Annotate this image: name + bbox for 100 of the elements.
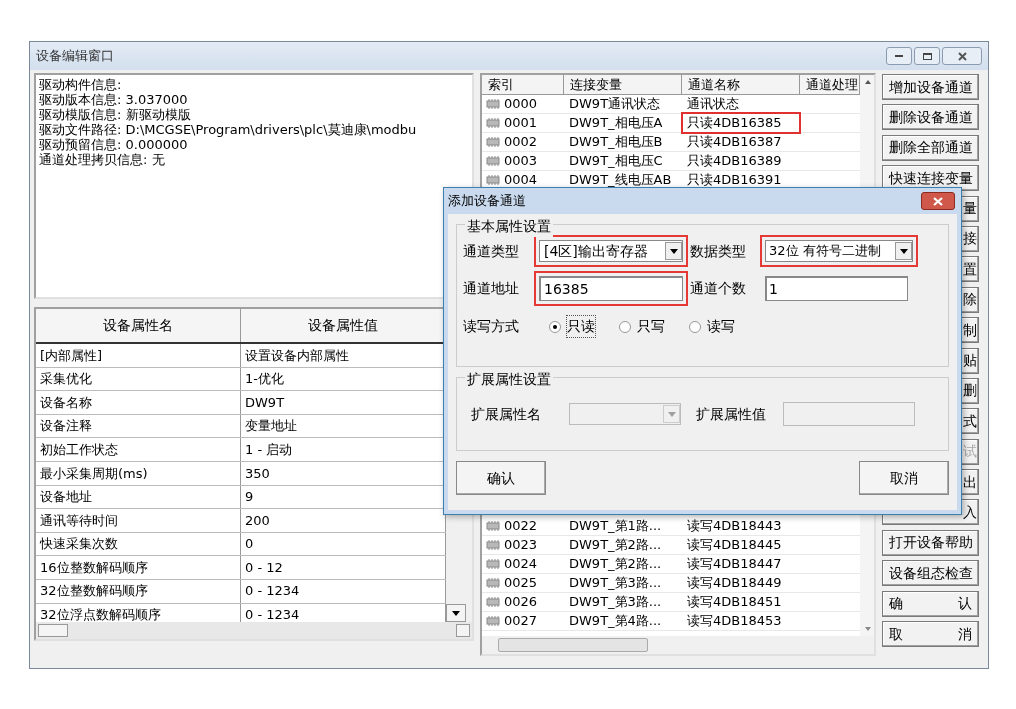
field-label: 通道类型 bbox=[463, 241, 520, 261]
table-cell-text: DW9T通讯状态 bbox=[568, 95, 662, 114]
side-button[interactable]: 设备组态检查 bbox=[882, 560, 979, 587]
field-label: 通道地址 bbox=[463, 279, 520, 298]
table-cell-text: 读写4DB18447 bbox=[686, 555, 783, 574]
table-cell-text: DW9T_线电压AB bbox=[568, 171, 673, 190]
table-cell-text: 只读4DB16387 bbox=[686, 133, 783, 152]
side-button[interactable]: 确 认 bbox=[882, 590, 979, 617]
data-type-dropdown[interactable]: 32位 有符号二进制 bbox=[765, 240, 913, 262]
table-cell-text: 0002 bbox=[504, 133, 538, 152]
side-button[interactable]: 打开设备帮助 bbox=[882, 529, 979, 556]
table-cell-text: DW9T_相电压B bbox=[568, 133, 664, 152]
dialog-title: 添加设备通道 bbox=[448, 192, 526, 211]
table-cell-text: 0027 bbox=[504, 612, 538, 631]
radio-label[interactable]: 读写 bbox=[707, 316, 735, 337]
table-cell-text: DW9T_第2路... bbox=[568, 536, 663, 555]
table-cell-text: 只读4DB16391 bbox=[686, 171, 783, 190]
cancel-button[interactable]: 取消 bbox=[859, 461, 949, 495]
chip-icon bbox=[484, 539, 502, 551]
table-cell: 快速采集次数 bbox=[36, 532, 241, 556]
window-title: 设备编辑窗口 bbox=[36, 47, 114, 66]
side-button[interactable]: 删除设备通道 bbox=[882, 104, 979, 131]
chip-icon bbox=[484, 136, 502, 148]
extension-name-dropdown[interactable] bbox=[569, 403, 681, 425]
table-cell: 设备地址 bbox=[36, 485, 241, 509]
chip-icon bbox=[484, 615, 502, 627]
column-header: 通道名称 bbox=[682, 75, 800, 94]
table-cell-text: 读写4DB18453 bbox=[686, 612, 783, 631]
column-header: 索引 bbox=[482, 75, 564, 94]
column-header: 设备属性名 bbox=[36, 309, 241, 342]
side-button[interactable]: 取 消 bbox=[882, 621, 979, 648]
count-field[interactable]: 1 bbox=[765, 276, 908, 301]
close-icon bbox=[957, 51, 967, 61]
close-button[interactable] bbox=[921, 192, 955, 210]
info-line: 驱动预留信息: 0.000000 bbox=[39, 137, 189, 152]
maximize-button[interactable] bbox=[914, 47, 940, 65]
table-cell-text: 0004 bbox=[504, 171, 538, 190]
table-cell: 16位整数解码顺序 bbox=[36, 556, 241, 579]
table-cell-text: 0023 bbox=[504, 536, 538, 555]
address-field[interactable]: 16385 bbox=[539, 276, 683, 301]
table-cell-text: 读写4DB18449 bbox=[686, 574, 783, 593]
table-cell-text: DW9T_第4路... bbox=[568, 612, 663, 631]
table-cell: 通讯等待时间 bbox=[36, 509, 241, 532]
table-cell: 只读4DB16385 bbox=[682, 113, 800, 133]
field-label: 扩展属性值 bbox=[696, 404, 767, 424]
table-cell: 最小采集周期(ms) bbox=[36, 461, 241, 485]
side-button[interactable]: 增加设备通道 bbox=[882, 74, 979, 100]
table-cell: 采集优化 bbox=[36, 367, 241, 391]
confirm-button[interactable]: 确认 bbox=[456, 461, 546, 495]
table-cell-text: 0024 bbox=[504, 555, 538, 574]
table-cell-text: 0001 bbox=[504, 114, 538, 133]
scrollbar[interactable] bbox=[36, 622, 472, 639]
table-cell: 设备名称 bbox=[36, 391, 241, 414]
chip-icon bbox=[484, 596, 502, 608]
table-cell-text: DW9T_第1路... bbox=[568, 517, 663, 536]
channel-type-dropdown[interactable]: [4区]输出寄存器 bbox=[539, 240, 683, 262]
dropdown-arrow-icon bbox=[899, 248, 908, 254]
minimize-button[interactable] bbox=[886, 47, 912, 65]
table-cell-text: 读写4DB18443 bbox=[686, 517, 783, 536]
chip-icon bbox=[484, 577, 502, 589]
info-line: 驱动版本信息: 3.037000 bbox=[39, 92, 189, 107]
table-cell-text: 读写4DB18445 bbox=[686, 536, 783, 555]
table-cell-text: 0022 bbox=[504, 517, 538, 536]
extension-value-field[interactable] bbox=[783, 402, 915, 426]
scrollbar[interactable] bbox=[482, 636, 874, 654]
chip-icon bbox=[484, 98, 502, 110]
table-cell: [内部属性] bbox=[36, 344, 241, 367]
radio-button[interactable] bbox=[549, 320, 561, 333]
chip-icon bbox=[484, 558, 502, 570]
table-cell-text: 只读4DB16389 bbox=[686, 152, 783, 171]
info-line: 驱动文件路径: D:\MCGSE\Program\drivers\plc\莫迪康\modbu bbox=[39, 122, 418, 137]
chip-icon bbox=[484, 117, 502, 129]
table-cell-text: 0026 bbox=[504, 593, 538, 612]
table-cell-text: 0003 bbox=[504, 152, 538, 171]
close-button[interactable] bbox=[942, 47, 982, 65]
radio-button[interactable] bbox=[689, 320, 701, 333]
info-line: 通道处理拷贝信息: 无 bbox=[39, 152, 166, 167]
radio-label[interactable]: 只写 bbox=[637, 316, 665, 337]
table-cell-text: DW9T_相电压A bbox=[568, 114, 664, 133]
dropdown-arrow-icon bbox=[669, 248, 678, 254]
table-cell-text: DW9T_第3路... bbox=[568, 593, 663, 612]
table-cell-text: 读写4DB18451 bbox=[686, 593, 783, 612]
chip-icon bbox=[484, 155, 502, 167]
table-cell-text: 0000 bbox=[504, 95, 538, 114]
chip-icon bbox=[484, 174, 502, 186]
info-line: 驱动构件信息: bbox=[39, 77, 123, 92]
side-button[interactable]: 删除全部通道 bbox=[882, 134, 979, 161]
dropdown-arrow-icon bbox=[667, 411, 676, 417]
field-label: 通道个数 bbox=[690, 279, 747, 298]
close-icon bbox=[933, 196, 943, 206]
table-cell-text: 0025 bbox=[504, 574, 538, 593]
info-line: 驱动模版信息: 新驱动模版 bbox=[39, 107, 192, 122]
column-header: 连接变量 bbox=[564, 75, 682, 94]
radio-label[interactable]: 只读 bbox=[567, 316, 595, 337]
table-cell-text: DW9T_第3路... bbox=[568, 574, 663, 593]
radio-button[interactable] bbox=[619, 320, 631, 333]
table-cell: 32位整数解码顺序 bbox=[36, 579, 241, 603]
chip-icon bbox=[484, 520, 502, 532]
field-label: 数据类型 bbox=[690, 241, 747, 261]
table-cell-text: DW9T_相电压C bbox=[568, 152, 664, 171]
